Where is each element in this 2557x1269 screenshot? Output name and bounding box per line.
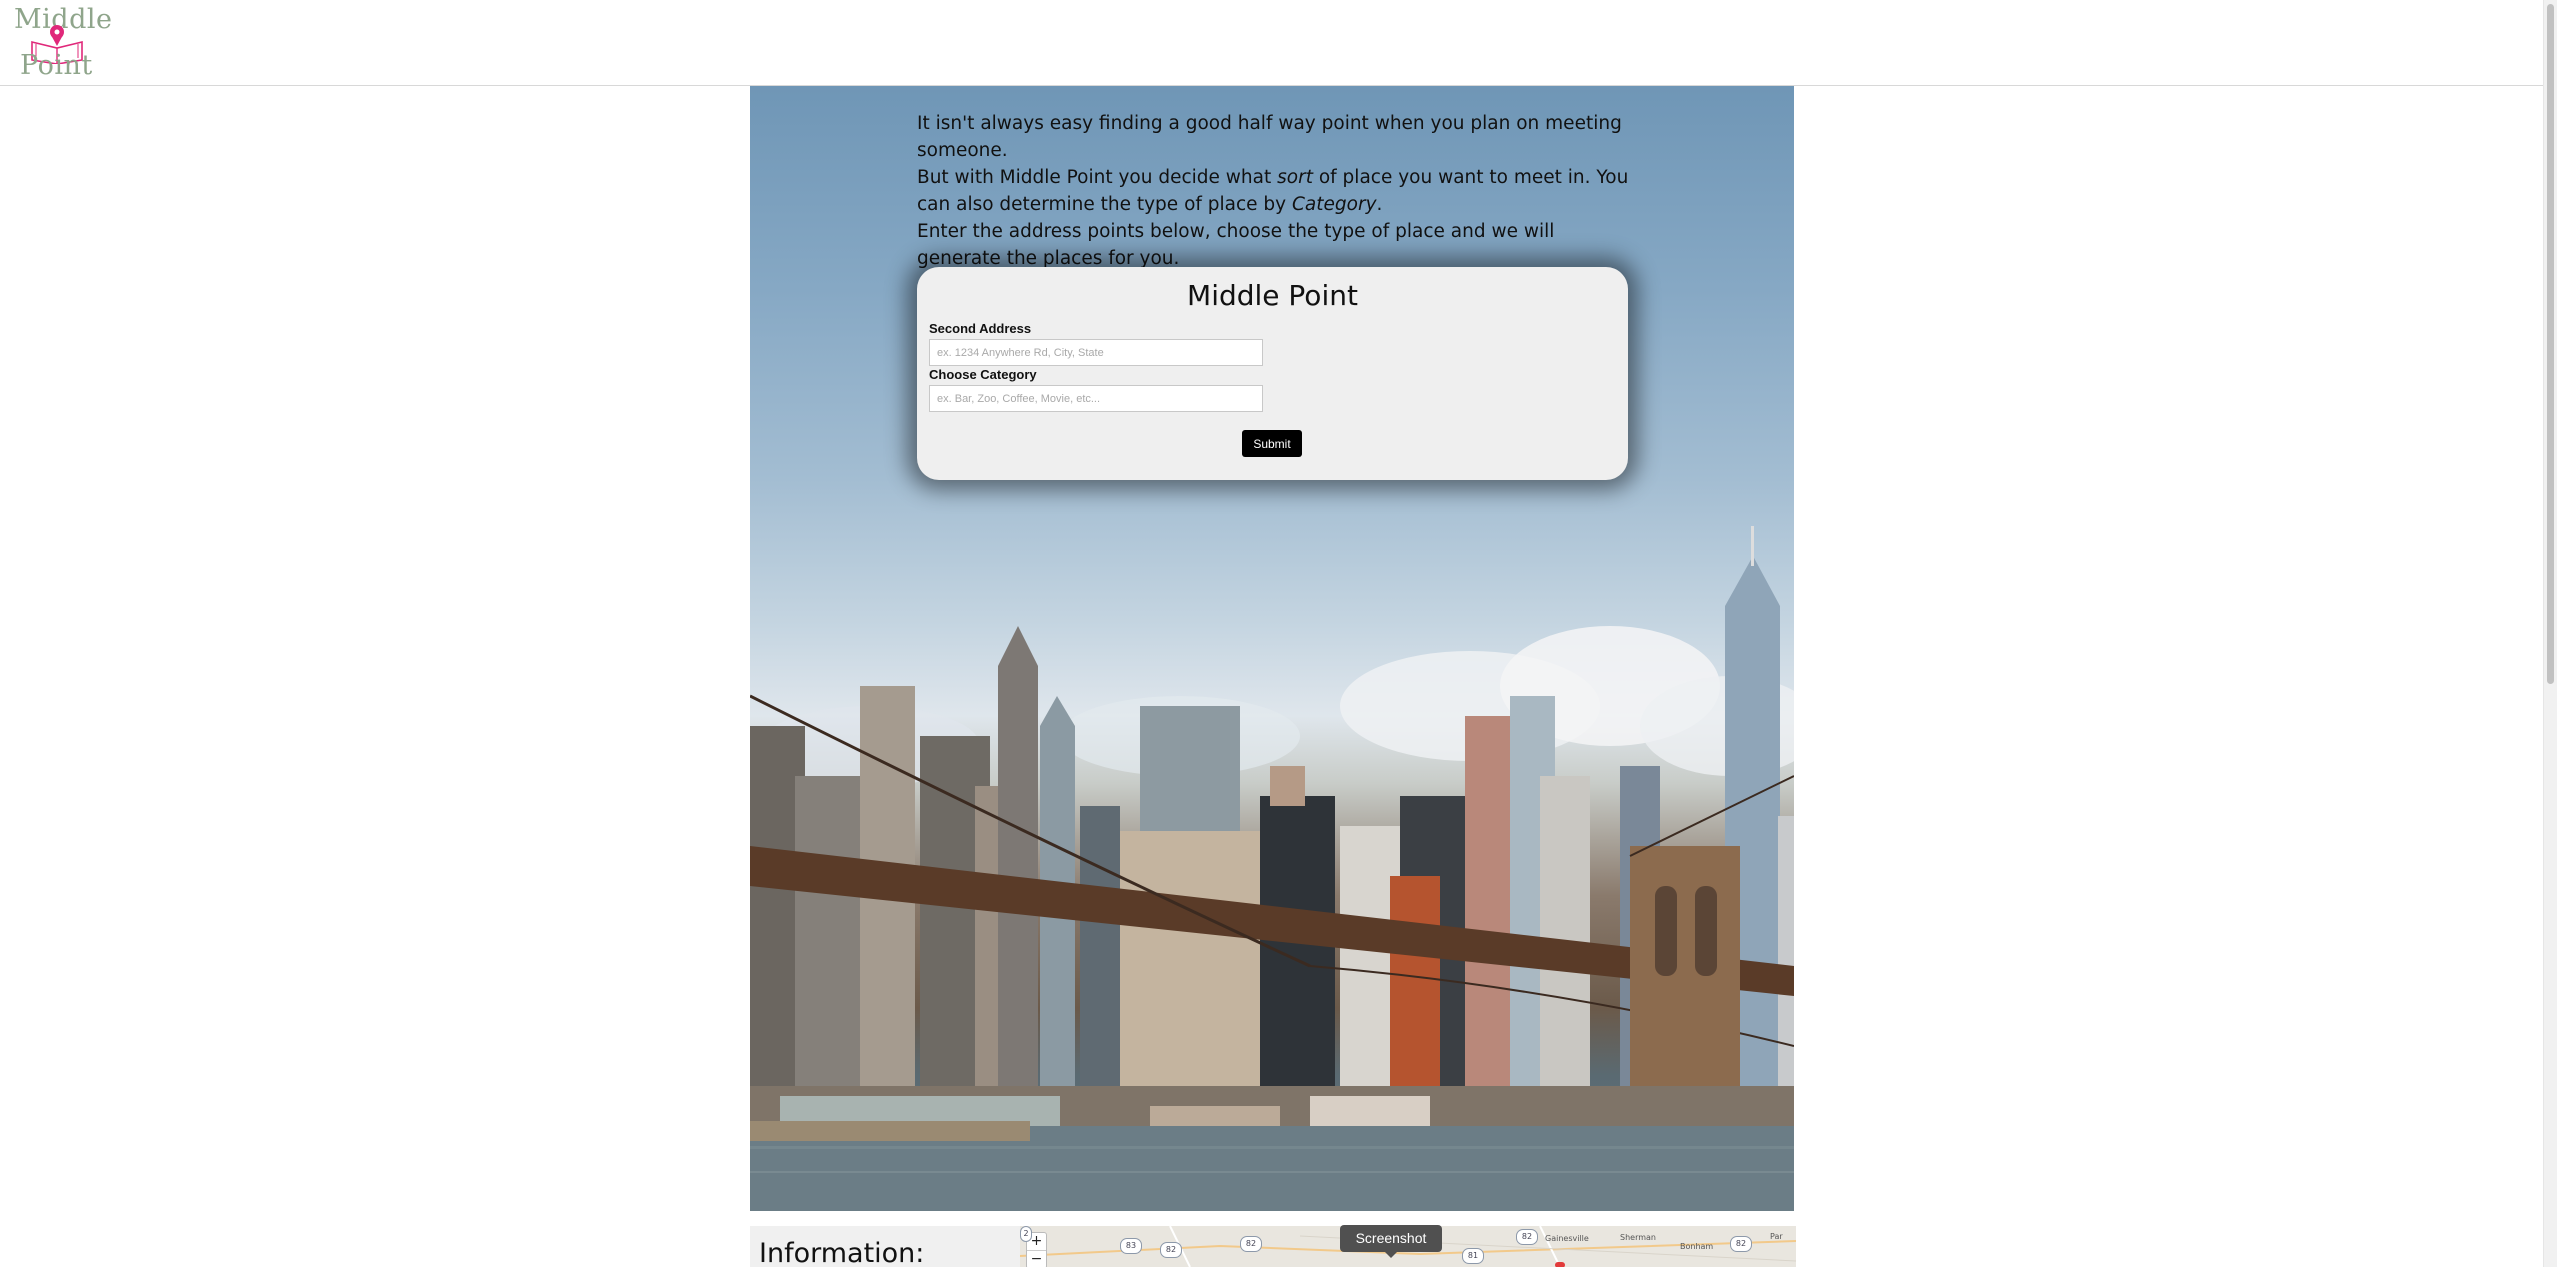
top-navbar: Middle Point bbox=[0, 0, 2544, 86]
route-badge: 82 bbox=[1160, 1242, 1182, 1258]
screenshot-tooltip: Screenshot bbox=[1340, 1225, 1442, 1258]
logo[interactable]: Middle Point bbox=[14, 4, 112, 81]
route-badge: 2 bbox=[1020, 1226, 1032, 1242]
intro-emphasis-category: Category bbox=[1292, 194, 1377, 215]
hero-section: It isn't always easy finding a good half… bbox=[750, 86, 1794, 1211]
page-scrollbar[interactable] bbox=[2543, 0, 2557, 1267]
route-badge: 82 bbox=[1730, 1236, 1752, 1252]
intro-line-3: Enter the address points below, choose t… bbox=[917, 221, 1555, 269]
category-input[interactable] bbox=[929, 385, 1263, 412]
intro-line-1: It isn't always easy finding a good half… bbox=[917, 113, 1622, 161]
choose-category-label: Choose Category bbox=[929, 367, 1037, 382]
scrollbar-thumb[interactable] bbox=[2547, 4, 2554, 684]
route-badge: 82 bbox=[1240, 1236, 1262, 1252]
map-town-label: Gainesville bbox=[1545, 1234, 1589, 1243]
second-address-input[interactable] bbox=[929, 339, 1263, 366]
second-address-label: Second Address bbox=[929, 321, 1032, 336]
map-town-label: Sherman bbox=[1620, 1233, 1656, 1242]
map-town-label: Par bbox=[1770, 1232, 1783, 1241]
route-badge: 83 bbox=[1120, 1238, 1142, 1254]
map-marker-icon[interactable] bbox=[1555, 1262, 1565, 1267]
zoom-out-button[interactable]: − bbox=[1027, 1251, 1046, 1267]
logo-text-bottom: Point bbox=[20, 50, 93, 81]
intro-line-2: But with Middle Point you decide what so… bbox=[917, 164, 1637, 218]
intro-emphasis-sort: sort bbox=[1277, 167, 1313, 188]
intro-line-2-c: . bbox=[1376, 194, 1383, 215]
route-badge: 81 bbox=[1462, 1248, 1484, 1264]
route-badge: 82 bbox=[1516, 1229, 1538, 1245]
submit-button[interactable]: Submit bbox=[1242, 430, 1302, 457]
information-panel: Information: bbox=[750, 1226, 1020, 1269]
intro-text: It isn't always easy finding a good half… bbox=[917, 110, 1637, 272]
map-town-label: Bonham bbox=[1680, 1242, 1714, 1251]
form-title: Middle Point bbox=[1187, 279, 1358, 312]
search-form-card: Middle Point Second Address Choose Categ… bbox=[917, 267, 1628, 480]
intro-line-2-a: But with Middle Point you decide what bbox=[917, 167, 1278, 188]
information-title: Information: bbox=[759, 1238, 925, 1269]
